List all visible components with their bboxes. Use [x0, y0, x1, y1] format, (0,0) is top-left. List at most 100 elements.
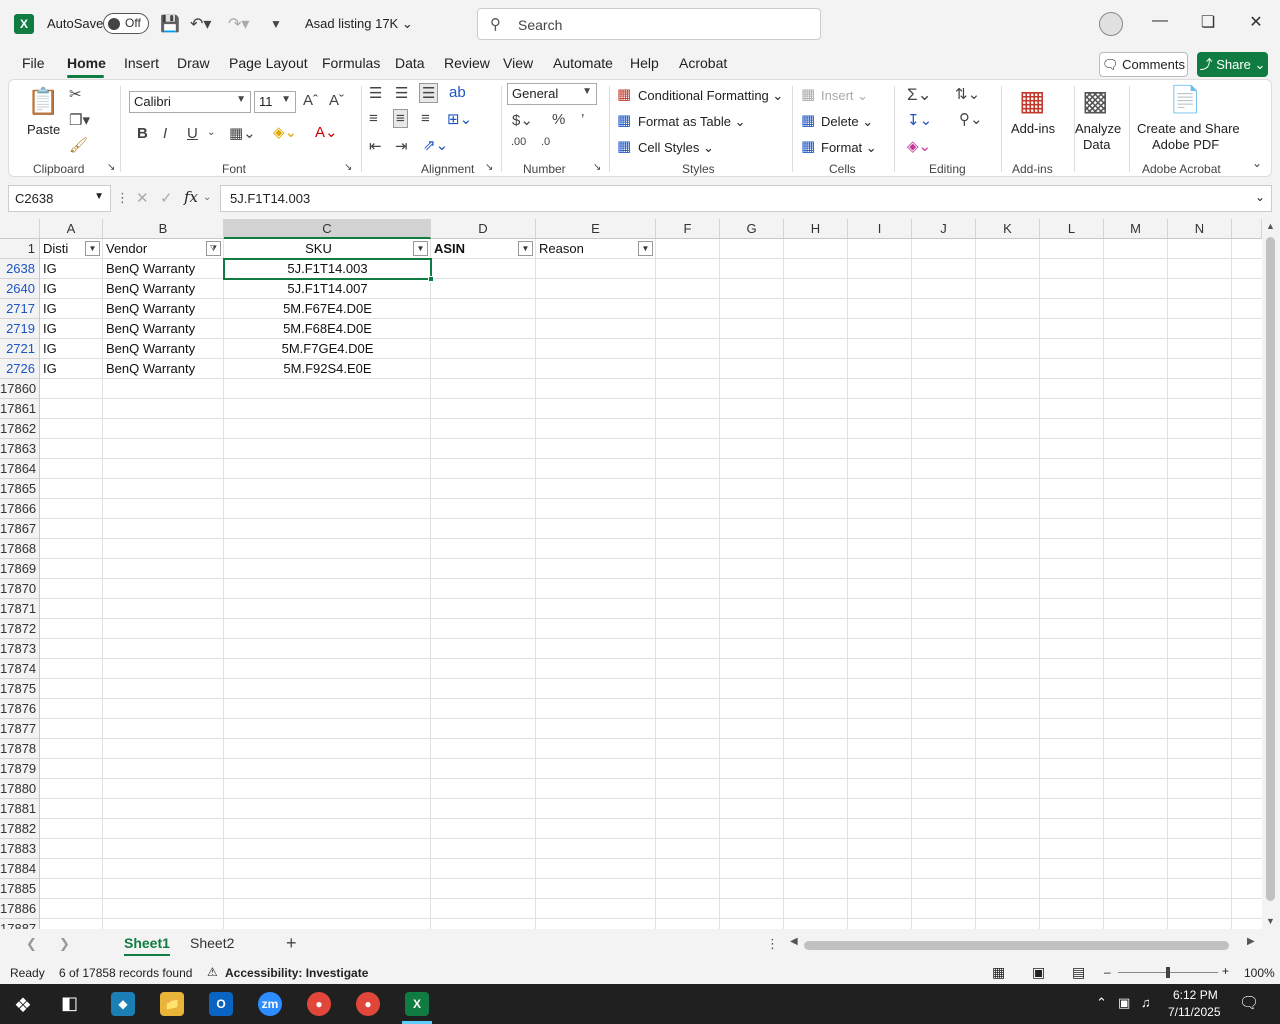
task-view-icon[interactable]: ◧ [61, 993, 78, 1014]
comments-button[interactable]: 🗨 Comments [1099, 52, 1188, 77]
header-vendor-cell[interactable]: Vendor [103, 239, 206, 259]
app-icon-1[interactable]: ◆ [111, 992, 135, 1016]
autosum-icon[interactable]: Σ⌄ [907, 85, 932, 105]
vendor-cell[interactable]: BenQ Warranty [103, 279, 224, 299]
clipboard-launcher-icon[interactable]: ↘ [107, 162, 115, 173]
wrap-text-icon[interactable]: ab [449, 84, 466, 101]
horizontal-scroll-thumb[interactable] [804, 941, 1229, 950]
underline-dropdown-icon[interactable]: ⌄ [207, 127, 215, 138]
row-header[interactable]: 17869 [0, 559, 40, 579]
normal-view-icon[interactable]: ▦ [992, 964, 1005, 981]
tab-splitter-icon[interactable]: ⋮ [766, 936, 779, 952]
sku-cell[interactable]: 5J.F1T14.007 [224, 279, 431, 299]
zoom-in-icon[interactable]: + [1222, 964, 1229, 978]
find-select-icon[interactable]: ⚲⌄ [959, 110, 983, 128]
sku-cell[interactable]: 5M.F7GE4.D0E [224, 339, 431, 359]
accessibility-icon[interactable]: ⚠ [207, 965, 218, 979]
align-bottom-icon[interactable]: ☰ [419, 83, 439, 103]
account-avatar-icon[interactable] [1099, 12, 1123, 36]
increase-decimal-icon[interactable]: .00 [511, 136, 526, 148]
format-painter-icon[interactable]: 🖌 [69, 136, 88, 154]
scroll-up-icon[interactable]: ▲ [1266, 221, 1275, 231]
align-right-icon[interactable]: ≡ [421, 110, 430, 127]
select-all-corner[interactable] [0, 219, 40, 239]
row-header[interactable]: 17872 [0, 619, 40, 639]
scroll-down-icon[interactable]: ▼ [1266, 916, 1275, 926]
share-button[interactable]: ⤴ Share ⌄ [1197, 52, 1268, 77]
bold-icon[interactable]: B [137, 125, 148, 142]
header-sku-filter-button[interactable]: ▼ [413, 241, 428, 256]
tab-home[interactable]: Home [67, 55, 106, 71]
disti-cell[interactable]: IG [40, 359, 103, 379]
format-cells-icon[interactable]: ▦ [801, 137, 815, 155]
tab-file[interactable]: File [22, 55, 45, 71]
row-header[interactable]: 17873 [0, 639, 40, 659]
restore-icon[interactable]: ❏ [1193, 12, 1223, 32]
copy-icon[interactable]: ❐▾ [69, 111, 90, 129]
collapse-ribbon-icon[interactable]: ⌄ [1252, 156, 1262, 170]
prev-sheet-icon[interactable]: ❮ [26, 936, 37, 952]
percent-icon[interactable]: % [552, 111, 565, 128]
font-name-combo[interactable]: Calibri ▼ [129, 91, 251, 113]
outlook-icon[interactable]: O [209, 992, 233, 1016]
vendor-cell[interactable]: BenQ Warranty [103, 299, 224, 319]
page-break-view-icon[interactable]: ▤ [1072, 964, 1085, 981]
row-header[interactable]: 17882 [0, 819, 40, 839]
tab-help[interactable]: Help [630, 55, 659, 71]
disti-cell[interactable]: IG [40, 279, 103, 299]
sheet-tab-sheet1[interactable]: Sheet1 [124, 935, 170, 956]
row-header[interactable]: 17860 [0, 379, 40, 399]
conditional-formatting-icon[interactable]: ▦ [617, 85, 631, 103]
increase-font-icon[interactable]: Aˆ [303, 92, 318, 109]
comma-icon[interactable]: ’ [581, 111, 584, 128]
header-reason-filter-button[interactable]: ▼ [638, 241, 653, 256]
save-icon[interactable]: 💾 [160, 14, 180, 34]
header-disti-cell[interactable]: Disti [40, 239, 85, 259]
number-format-combo[interactable]: General ▼ [507, 83, 597, 105]
decrease-decimal-icon[interactable]: .0 [541, 136, 550, 148]
analyze-data-label-1[interactable]: Analyze [1075, 121, 1121, 136]
formula-input[interactable]: 5J.F1T14.003 [220, 185, 1272, 212]
name-box[interactable]: C2638 ▼ [8, 185, 111, 212]
disti-cell[interactable]: IG [40, 299, 103, 319]
close-icon[interactable]: ✕ [1241, 12, 1271, 32]
vendor-cell[interactable]: BenQ Warranty [103, 319, 224, 339]
next-sheet-icon[interactable]: ❯ [59, 936, 70, 952]
tab-automate[interactable]: Automate [553, 55, 613, 71]
row-header[interactable]: 17876 [0, 699, 40, 719]
volume-icon[interactable]: ♫ [1141, 995, 1151, 1010]
row-header[interactable]: 2721 [0, 339, 40, 359]
zoom-level[interactable]: 100% [1244, 966, 1275, 980]
align-top-icon[interactable]: ☰ [369, 84, 382, 102]
italic-icon[interactable]: I [163, 125, 167, 142]
row-header[interactable]: 17864 [0, 459, 40, 479]
tab-draw[interactable]: Draw [177, 55, 210, 71]
font-size-combo[interactable]: 11 ▼ [254, 91, 296, 113]
row-header[interactable]: 17870 [0, 579, 40, 599]
windows-start-icon[interactable]: ❖ [14, 993, 32, 1018]
header-asin-filter-button[interactable]: ▼ [518, 241, 533, 256]
column-header-partial[interactable] [1232, 219, 1262, 239]
header-asin-cell[interactable]: ASIN [431, 239, 518, 259]
zoom-slider-thumb[interactable] [1166, 967, 1170, 978]
disti-cell[interactable]: IG [40, 319, 103, 339]
clear-icon[interactable]: ◈⌄ [907, 137, 931, 155]
number-launcher-icon[interactable]: ↘ [593, 162, 601, 173]
delete-cells-button[interactable]: Delete ⌄ [821, 114, 873, 130]
header-disti-filter-button[interactable]: ▼ [85, 241, 100, 256]
active-cell-selection[interactable] [223, 258, 432, 280]
scroll-right-icon[interactable]: ▶ [1247, 936, 1255, 947]
sku-cell[interactable]: 5M.F92S4.E0E [224, 359, 431, 379]
column-header-e[interactable]: E [536, 219, 656, 239]
delete-cells-icon[interactable]: ▦ [801, 111, 815, 129]
align-middle-icon[interactable]: ☰ [395, 84, 408, 102]
row-header[interactable]: 17884 [0, 859, 40, 879]
column-header-c[interactable]: C [224, 219, 431, 239]
confirm-entry-icon[interactable]: ✓ [160, 189, 173, 207]
row-header[interactable]: 2726 [0, 359, 40, 379]
underline-icon[interactable]: U [187, 125, 198, 142]
orientation-icon[interactable]: ⇗⌄ [423, 136, 448, 154]
column-header-i[interactable]: I [848, 219, 912, 239]
decrease-font-icon[interactable]: Aˇ [329, 92, 344, 109]
row-header[interactable]: 17881 [0, 799, 40, 819]
